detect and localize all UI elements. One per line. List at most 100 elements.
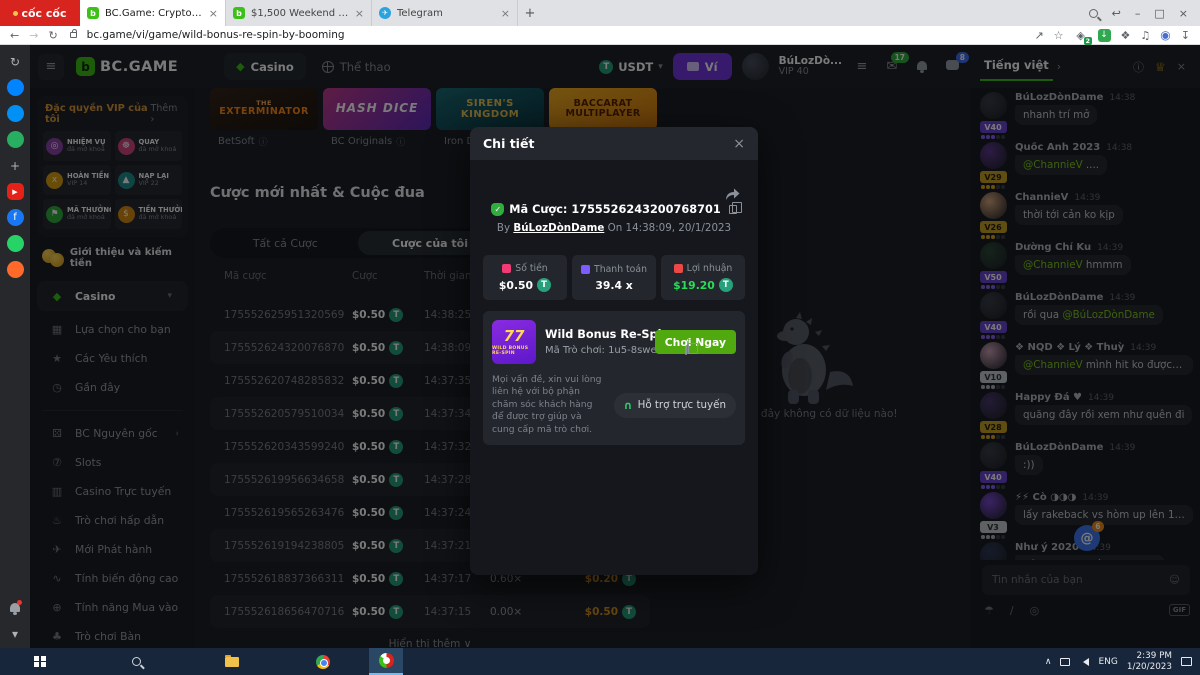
system-tray: ∧ ENG 2:39 PM 1/20/2023 [1045,651,1200,673]
stat-label-text: Lợi nhuận [687,263,733,274]
browser-tab[interactable]: ✈Telegram× [372,0,518,26]
stat-label: Thanh toán [581,264,647,275]
taskbar-clock[interactable]: 2:39 PM 1/20/2023 [1127,651,1172,673]
card-icon [581,265,590,274]
bookmark-star-icon[interactable]: ☆ [1054,29,1064,42]
game-title: Wild Bonus Re-Spin [545,328,646,341]
money-icon [502,264,511,273]
support-help-text: Mọi vấn đề, xin vui lòng liên hệ với bộ … [492,374,606,436]
modal-close-icon[interactable]: × [733,136,745,152]
screen: cốc cốc b BC.Game: Crypto Casino Gan ×b $1,… [0,0,1200,675]
youtube-icon[interactable]: ▶ [7,183,24,200]
coccoc-brand[interactable]: cốc cốc [0,0,80,26]
tab-close-icon[interactable]: × [355,7,364,20]
browser-tab[interactable]: b$1,500 Weekend Platipus Mu× [226,0,372,26]
facebook-icon[interactable]: f [7,209,24,226]
new-tab-button[interactable]: + [518,0,542,26]
by-label: By [497,222,510,234]
taskbar-time: 2:39 PM [1137,651,1172,661]
file-explorer-icon[interactable] [218,648,246,675]
reload-icon[interactable]: ↻ [48,29,57,42]
live-support-button[interactable]: ∩ Hỗ trợ trực tuyến [614,393,736,418]
on-label: On [608,222,623,234]
zalo-icon[interactable] [7,105,24,122]
bet-id-label: Mã Cược: [509,203,567,216]
game-card: 77 WILD BONUS RE-SPIN Wild Bonus Re-Spin… [483,311,745,445]
tether-coin-icon: T [719,278,733,292]
forward-icon[interactable]: → [29,29,38,42]
extensions-icon[interactable]: ❖ [1121,29,1131,42]
taskbar-search-icon[interactable] [122,648,150,675]
windows-taskbar: ∧ ENG 2:39 PM 1/20/2023 [0,648,1200,675]
action-center-icon[interactable] [1181,657,1192,666]
player-link[interactable]: BúLozDònDame [513,222,604,234]
stat-label-text: Số tiền [515,263,547,274]
tray-expand-icon[interactable]: ∧ [1045,657,1052,667]
browser-sidebar: ↻ + ▶ f ▾ [0,45,30,648]
window-controls: ↩ – □ × [1077,0,1200,26]
game-code-label: Mã Trò chơi: [545,345,605,356]
green-app-icon[interactable] [7,131,24,148]
back-icon[interactable]: ← [10,29,19,42]
tab-close-icon[interactable]: × [209,7,218,20]
collapse-sidebar-icon[interactable]: ▾ [7,625,24,642]
language-indicator[interactable]: ENG [1098,657,1117,667]
music-icon[interactable]: ♫ [1140,29,1150,42]
maximize-button[interactable]: □ [1154,7,1164,20]
bet-byline: By BúLozDònDame On 14:38:09, 20/1/2023 [470,222,758,234]
minimize-button[interactable]: – [1135,7,1141,20]
game-thumb-number: 77 [504,329,525,344]
tab-title: Telegram [397,8,495,19]
modal-title: Chi tiết [483,136,733,151]
network-icon[interactable] [1060,658,1070,666]
headphones-icon: ∩ [624,399,633,412]
stat-card: Thanh toán39.4 x [572,255,656,300]
live-support-label: Hỗ trợ trực tuyến [638,399,726,411]
stat-label-text: Thanh toán [594,264,647,275]
stat-value: $0.50T [499,278,551,292]
game-code-copy-icon[interactable] [685,346,687,355]
browser-tab[interactable]: b BC.Game: Crypto Casino Gan × [80,0,226,26]
hand-icon [674,264,683,273]
start-button[interactable] [26,648,54,675]
chrome-icon[interactable] [309,648,337,675]
verified-shield-icon: ✓ [491,203,504,216]
volume-icon[interactable] [1079,658,1089,666]
game-thumbnail[interactable]: 77 WILD BONUS RE-SPIN [492,320,536,364]
flower-icon [13,11,18,16]
history-icon[interactable]: ↻ [7,53,24,70]
history-back-icon[interactable]: ↩ [1112,7,1121,20]
taskbar-date: 1/20/2023 [1127,662,1172,672]
bet-id-value: 1755526243200768701 [571,203,720,216]
shield-badge: 2 [1084,37,1092,45]
close-button[interactable]: × [1179,7,1188,20]
browser-tab-bar: cốc cốc b BC.Game: Crypto Casino Gan ×b $1,… [0,0,1200,26]
stat-money: Số tiền $0.50T [483,255,567,300]
bet-datetime: 14:38:09, 20/1/2023 [626,222,732,234]
stat-label: Lợi nhuận [674,263,733,274]
share-icon[interactable]: ↗ [1034,29,1043,42]
downloads-tray-icon[interactable]: ↧ [1181,29,1190,42]
tether-coin-icon: T [537,278,551,292]
coccoc-taskbar-icon[interactable] [369,648,403,675]
add-app-icon[interactable]: + [7,157,24,174]
tab-close-icon[interactable]: × [501,7,510,20]
coccoc-download-icon[interactable]: ↓ [1098,29,1111,42]
brand-label: cốc cốc [21,7,66,20]
modal-share-icon[interactable] [724,187,740,201]
tab-title: BC.Game: Crypto Casino Gan [105,8,203,19]
chat-app-icon[interactable] [7,235,24,252]
orange-app-icon[interactable] [7,261,24,278]
browser-sidebar-bottom: ▾ [7,602,24,642]
profile-icon[interactable]: ◉ [1160,28,1170,42]
shield-icon[interactable]: ◈2 [1074,29,1088,42]
messenger-icon[interactable] [7,79,24,96]
copy-icon[interactable] [729,205,737,214]
tab-title: $1,500 Weekend Platipus Mu [251,8,349,19]
bcgame-favicon-icon: b [87,7,99,19]
notification-bell-icon[interactable] [10,602,20,615]
url-text[interactable]: bc.game/vi/game/wild-bonus-re-spin-by-bo… [87,29,1025,41]
stat-hand: Lợi nhuận$19.20T [661,255,745,300]
lock-icon [70,32,77,38]
tab-search-icon[interactable] [1089,9,1098,18]
